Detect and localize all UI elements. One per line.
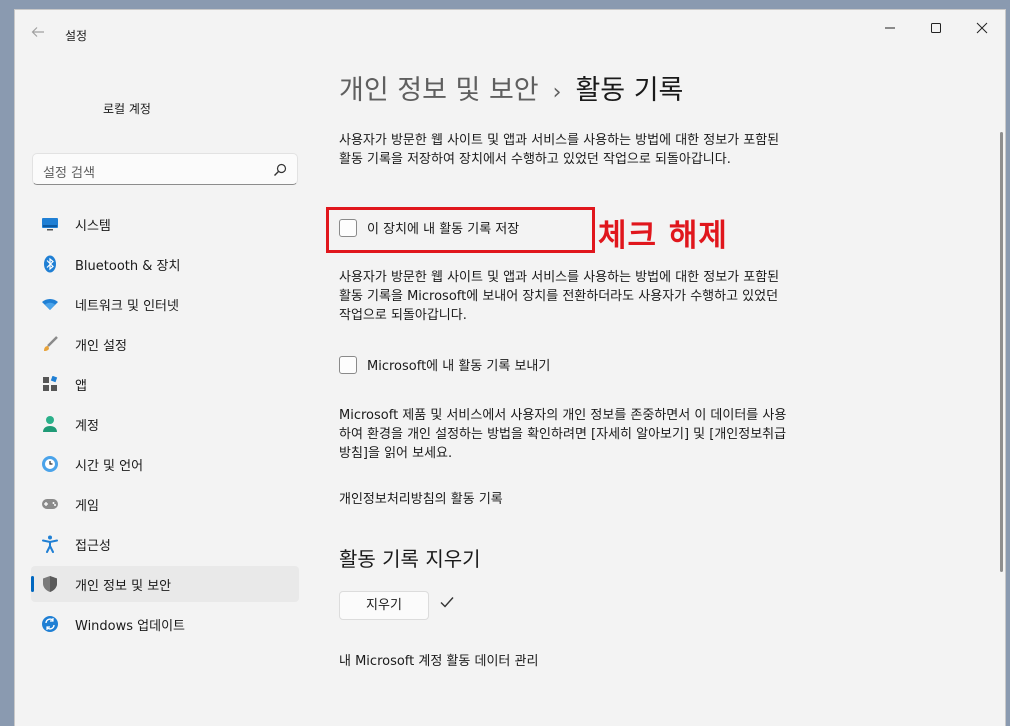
brush-icon	[41, 335, 59, 353]
manage-activity-link[interactable]: 내 Microsoft 계정 활동 데이터 관리	[339, 650, 538, 669]
send-history-checkbox[interactable]	[339, 355, 357, 374]
sidebar-item-gaming[interactable]: 게임	[31, 486, 299, 522]
checkmark-icon	[439, 594, 455, 610]
page-title: 활동 기록	[575, 75, 684, 106]
sidebar-item-label: 게임	[75, 498, 99, 514]
privacy-policy-link[interactable]: 개인정보처리방침의 활동 기록	[339, 488, 503, 507]
maximize-icon[interactable]	[913, 10, 959, 46]
send-history-label[interactable]: Microsoft에 내 활동 기록 보내기	[367, 355, 550, 374]
scrollbar[interactable]	[1000, 132, 1003, 572]
clock-globe-icon	[41, 455, 59, 473]
sidebar-item-label: 개인 정보 및 보안	[75, 578, 172, 594]
clear-button[interactable]: 지우기	[339, 591, 429, 620]
annotation-highlight-box	[326, 207, 595, 253]
sidebar-item-time-language[interactable]: 시간 및 언어	[31, 446, 299, 482]
app-title: 설정	[65, 29, 88, 43]
clear-history-title: 활동 기록 지우기	[339, 547, 481, 571]
person-icon	[41, 415, 59, 433]
sidebar-item-accounts[interactable]: 계정	[31, 406, 299, 442]
gamepad-icon	[41, 495, 59, 513]
sidebar-item-label: 접근성	[75, 538, 111, 554]
sidebar-item-windows-update[interactable]: Windows 업데이트	[31, 606, 299, 642]
annotation-text: 체크 해제	[598, 218, 728, 254]
description-local: 사용자가 방문한 웹 사이트 및 앱과 서비스를 사용하는 방법에 대한 정보가…	[339, 133, 780, 167]
sidebar-item-label: Bluetooth & 장치	[75, 258, 181, 274]
sidebar-item-privacy-security[interactable]: 개인 정보 및 보안	[31, 566, 299, 602]
breadcrumb-separator: ›	[552, 80, 562, 105]
sidebar-item-label: 네트워크 및 인터넷	[75, 298, 179, 314]
shield-icon	[41, 575, 59, 593]
wifi-icon	[41, 295, 59, 313]
sidebar-item-personalization[interactable]: 개인 설정	[31, 326, 299, 362]
sidebar-nav: 시스템 Bluetooth & 장치 네트워크 및 인터넷 개인 설정 앱 계정…	[31, 206, 299, 646]
privacy-description: Microsoft 제품 및 서비스에서 사용자의 개인 정보를 존중하면서 이…	[339, 408, 787, 461]
sidebar-item-label: 시스템	[75, 218, 111, 234]
title-bar: 설정	[15, 10, 1005, 52]
sidebar-item-label: 시간 및 언어	[75, 458, 144, 474]
sidebar-item-accessibility[interactable]: 접근성	[31, 526, 299, 562]
breadcrumb-parent[interactable]: 개인 정보 및 보안	[339, 75, 539, 106]
sidebar-item-bluetooth[interactable]: Bluetooth & 장치	[31, 246, 299, 282]
minimize-icon[interactable]	[867, 10, 913, 46]
monitor-icon	[41, 215, 59, 233]
update-icon	[41, 615, 59, 633]
back-arrow-icon[interactable]	[27, 24, 49, 46]
search-icon[interactable]	[273, 162, 287, 176]
sidebar-item-network[interactable]: 네트워크 및 인터넷	[31, 286, 299, 322]
sidebar-item-system[interactable]: 시스템	[31, 206, 299, 242]
sidebar-item-label: Windows 업데이트	[75, 618, 186, 634]
description-cloud: 사용자가 방문한 웹 사이트 및 앱과 서비스를 사용하는 방법에 대한 정보가…	[339, 270, 780, 323]
checkbox-row-send-history[interactable]: Microsoft에 내 활동 기록 보내기	[339, 355, 550, 374]
apps-icon	[41, 375, 59, 393]
sidebar-item-label: 계정	[75, 418, 99, 434]
settings-window: 설정 로컬 계정 설정 검색 시스템 Bluetooth & 장치 네트워크 및…	[14, 9, 1006, 726]
sidebar-item-label: 개인 설정	[75, 338, 127, 354]
account-name: 로컬 계정	[103, 102, 151, 116]
accessibility-icon	[41, 535, 59, 553]
bluetooth-icon	[41, 255, 59, 273]
close-icon[interactable]	[959, 10, 1005, 46]
breadcrumb: 개인 정보 및 보안 › 활동 기록	[339, 68, 683, 107]
settings-search-input[interactable]: 설정 검색	[32, 153, 298, 185]
sidebar-item-label: 앱	[75, 378, 87, 394]
search-placeholder: 설정 검색	[43, 166, 95, 181]
sidebar-item-apps[interactable]: 앱	[31, 366, 299, 402]
